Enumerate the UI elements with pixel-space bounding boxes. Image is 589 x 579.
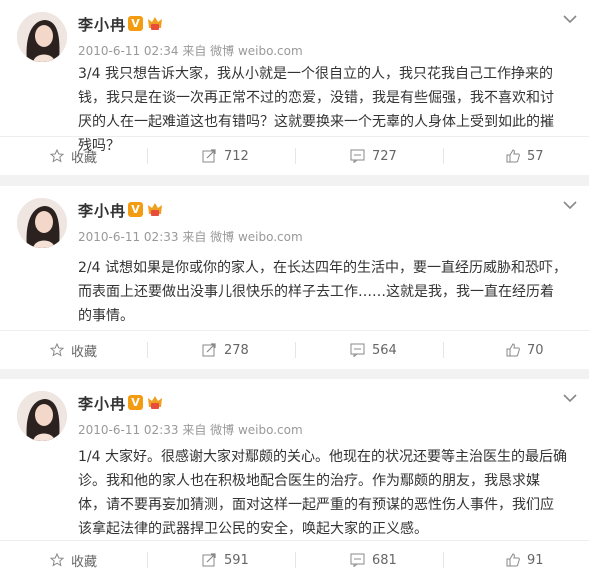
- like-count: 57: [527, 148, 544, 164]
- like-icon: [506, 149, 520, 163]
- favorite-button[interactable]: 收藏: [50, 541, 97, 579]
- weibo-post: 李小冉 V 2010-6-11 02:34 来自 微博 weibo.com 3/…: [0, 0, 589, 175]
- like-icon: [506, 553, 520, 567]
- verified-badge-icon: V: [128, 395, 143, 410]
- divider: [443, 148, 444, 164]
- favorite-button[interactable]: 收藏: [50, 137, 97, 175]
- star-icon: [50, 343, 64, 357]
- vip-badge-icon: [148, 17, 162, 30]
- like-button[interactable]: 91: [506, 541, 544, 579]
- weibo-post: 李小冉 V 2010-6-11 02:33 来自 微博 weibo.com 2/…: [0, 186, 589, 369]
- comment-count: 564: [372, 342, 397, 358]
- post-text: 1/4 大家好。很感谢大家对鄢颇的关心。他现在的状况还要等主治医生的最后确诊。我…: [78, 449, 567, 537]
- like-icon: [506, 343, 520, 357]
- divider: [295, 148, 296, 164]
- vip-badge-icon: [148, 203, 162, 216]
- comment-icon: [350, 553, 365, 567]
- forward-icon: [202, 149, 216, 163]
- vip-badge-icon: [148, 396, 162, 409]
- post-meta: 2010-6-11 02:33 来自 微博 weibo.com: [78, 423, 303, 437]
- post-meta: 2010-6-11 02:33 来自 微博 weibo.com: [78, 230, 303, 244]
- author-name[interactable]: 李小冉: [78, 14, 126, 35]
- divider: [443, 342, 444, 358]
- author-name[interactable]: 李小冉: [78, 393, 126, 414]
- verified-badge-icon: V: [128, 202, 143, 217]
- post-actions: 收藏 712 727 57: [0, 136, 589, 175]
- post-actions: 收藏 278 564 70: [0, 330, 589, 369]
- divider: [295, 552, 296, 568]
- like-count: 91: [527, 552, 544, 568]
- divider: [147, 148, 148, 164]
- forward-button[interactable]: 591: [202, 541, 249, 579]
- favorite-label: 收藏: [71, 344, 98, 360]
- weibo-feed: 李小冉 V 2010-6-11 02:34 来自 微博 weibo.com 3/…: [0, 0, 589, 579]
- post-text: 2/4 试想如果是你或你的家人，在长达四年的生活中，要一直经历威胁和恐吓，而表面…: [78, 260, 567, 324]
- star-icon: [50, 149, 64, 163]
- avatar[interactable]: [17, 12, 67, 62]
- comment-button[interactable]: 564: [350, 331, 397, 369]
- favorite-label: 收藏: [71, 150, 98, 166]
- divider: [147, 552, 148, 568]
- favorite-label: 收藏: [71, 554, 98, 570]
- divider: [147, 342, 148, 358]
- forward-button[interactable]: 712: [202, 137, 249, 175]
- forward-count: 278: [224, 342, 249, 358]
- divider: [295, 342, 296, 358]
- post-meta: 2010-6-11 02:34 来自 微博 weibo.com: [78, 44, 303, 58]
- weibo-post: 李小冉 V 2010-6-11 02:33 来自 微博 weibo.com 1/…: [0, 379, 589, 579]
- comment-count: 727: [372, 148, 397, 164]
- forward-count: 591: [224, 552, 249, 568]
- like-count: 70: [527, 342, 544, 358]
- forward-count: 712: [224, 148, 249, 164]
- verified-badge-icon: V: [128, 16, 143, 31]
- avatar[interactable]: [17, 391, 67, 441]
- post-actions: 收藏 591 681 91: [0, 540, 589, 579]
- divider: [443, 552, 444, 568]
- chevron-down-icon[interactable]: [563, 393, 577, 403]
- comment-icon: [350, 343, 365, 357]
- like-button[interactable]: 70: [506, 331, 544, 369]
- chevron-down-icon[interactable]: [563, 200, 577, 210]
- comment-count: 681: [372, 552, 397, 568]
- avatar[interactable]: [17, 198, 67, 248]
- chevron-down-icon[interactable]: [563, 14, 577, 24]
- forward-button[interactable]: 278: [202, 331, 249, 369]
- like-button[interactable]: 57: [506, 137, 544, 175]
- comment-button[interactable]: 681: [350, 541, 397, 579]
- author-name[interactable]: 李小冉: [78, 200, 126, 221]
- star-icon: [50, 553, 64, 567]
- comment-icon: [350, 149, 365, 163]
- favorite-button[interactable]: 收藏: [50, 331, 97, 369]
- forward-icon: [202, 553, 216, 567]
- comment-button[interactable]: 727: [350, 137, 397, 175]
- forward-icon: [202, 343, 216, 357]
